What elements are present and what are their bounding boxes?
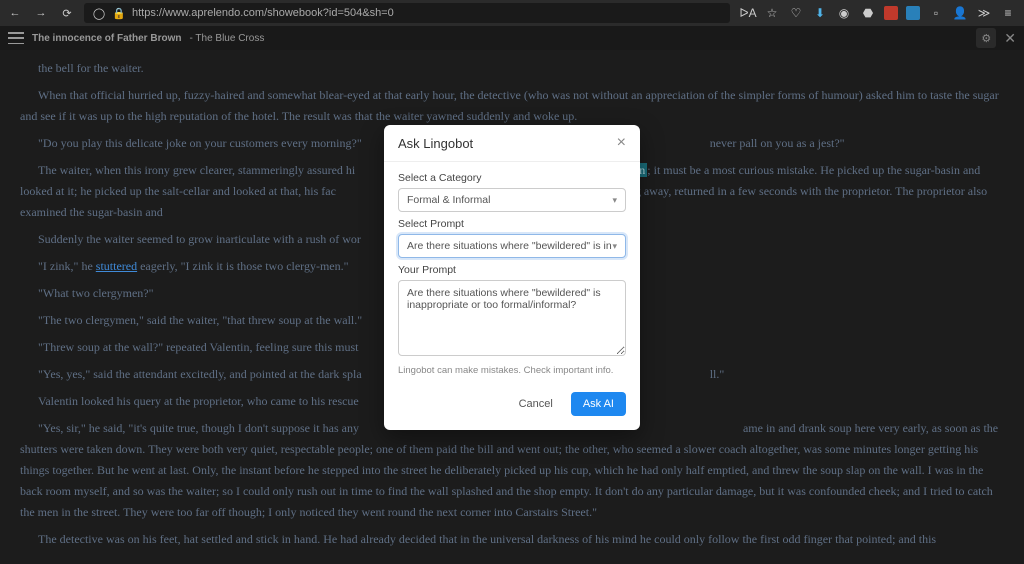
disclaimer: Lingobot can make mistakes. Check import…	[398, 365, 626, 376]
settings-button[interactable]: ⚙	[976, 28, 996, 48]
paragraph: The detective was on his feet, hat settl…	[20, 529, 1004, 550]
url-bar[interactable]: ◯ 🔒 https://www.aprelendo.com/showebook?…	[84, 3, 730, 23]
category-value: Formal & Informal	[407, 194, 490, 206]
hamburger-icon[interactable]	[8, 32, 24, 44]
menu-icon[interactable]: ≡	[1000, 5, 1016, 21]
book-title: The innocence of Father Brown	[32, 33, 181, 44]
back-icon[interactable]: ←	[8, 6, 22, 20]
gear-icon: ⚙	[981, 32, 991, 45]
linked-word[interactable]: stuttered	[96, 259, 137, 273]
account-icon[interactable]: 👤	[952, 5, 968, 21]
forward-icon[interactable]: →	[34, 6, 48, 20]
prompt-label: Select Prompt	[398, 218, 626, 230]
ext2-icon[interactable]: ⬣	[860, 5, 876, 21]
reload-icon[interactable]: ⟳	[60, 6, 74, 20]
prompt-textarea[interactable]: Are there situations where "bewildered" …	[398, 280, 626, 356]
ext-blue-icon[interactable]	[906, 6, 920, 20]
prompt-value: Are there situations where "bewildered" …	[407, 240, 612, 252]
ask-ai-button[interactable]: Ask AI	[571, 392, 626, 416]
star-icon[interactable]: ☆	[764, 5, 780, 21]
nav-left: ← → ⟳	[8, 6, 74, 20]
chevron-down-icon: ▾	[612, 241, 617, 252]
chevron-down-icon: ▾	[612, 195, 617, 206]
ext-red-icon[interactable]	[884, 6, 898, 20]
shield-icon: ◯	[92, 6, 106, 20]
modal-close-icon[interactable]: ×	[617, 135, 626, 151]
chapter-title: - The Blue Cross	[189, 33, 264, 44]
translate-icon[interactable]: ᐅA	[740, 5, 756, 21]
category-label: Select a Category	[398, 172, 626, 184]
modal-title: Ask Lingobot	[398, 136, 473, 151]
paragraph: the bell for the waiter.	[20, 58, 1004, 79]
download-icon[interactable]: ⬇	[812, 5, 828, 21]
modal-footer: Cancel Ask AI	[384, 382, 640, 430]
paragraph: "Yes, sir," he said, "it's quite true, t…	[20, 418, 1004, 523]
more-icon[interactable]: ≫	[976, 5, 992, 21]
your-prompt-label: Your Prompt	[398, 264, 626, 276]
nav-right: ᐅA ☆ ♡ ⬇ ◉ ⬣ ▫ 👤 ≫ ≡	[740, 5, 1016, 21]
page-header: The innocence of Father Brown - The Blue…	[0, 26, 1024, 50]
close-button[interactable]: ✕	[1004, 30, 1016, 47]
lingobot-modal: Ask Lingobot × Select a Category Formal …	[384, 125, 640, 430]
modal-body: Select a Category Formal & Informal ▾ Se…	[384, 162, 640, 382]
prompt-select[interactable]: Are there situations where "bewildered" …	[398, 234, 626, 258]
url-text: https://www.aprelendo.com/showebook?id=5…	[132, 7, 394, 19]
modal-header: Ask Lingobot ×	[384, 125, 640, 162]
puzzle-icon[interactable]: ▫	[928, 5, 944, 21]
browser-bar: ← → ⟳ ◯ 🔒 https://www.aprelendo.com/show…	[0, 0, 1024, 26]
lock-icon: 🔒	[112, 6, 126, 20]
ext1-icon[interactable]: ◉	[836, 5, 852, 21]
extensions-icon[interactable]: ♡	[788, 5, 804, 21]
paragraph: When that official hurried up, fuzzy-hai…	[20, 85, 1004, 127]
cancel-button[interactable]: Cancel	[509, 392, 563, 416]
category-select[interactable]: Formal & Informal ▾	[398, 188, 626, 212]
